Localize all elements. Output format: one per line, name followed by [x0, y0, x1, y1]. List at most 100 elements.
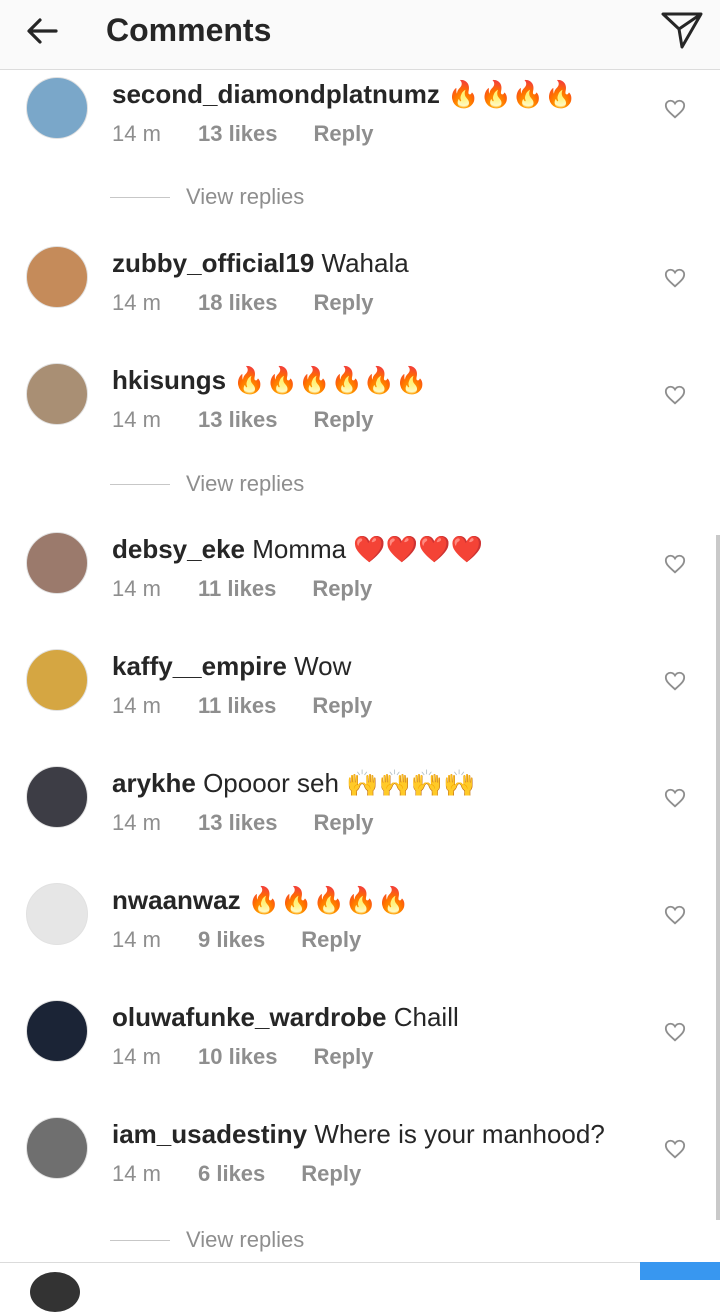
comment-timestamp: 14 m [112, 407, 161, 432]
comment-timestamp: 14 m [112, 810, 161, 835]
comment-row[interactable]: kaffy__empire Wow 14 m 11 likes Reply [0, 649, 720, 762]
like-heart-icon[interactable] [664, 98, 686, 120]
reply-button[interactable]: Reply [314, 808, 374, 838]
comment-text-line: kaffy__empire Wow [112, 650, 351, 682]
comment-row[interactable]: zubby_official19 Wahala 14 m 18 likes Reply [0, 246, 720, 359]
comment-timestamp: 14 m [112, 290, 161, 315]
view-replies-line [110, 197, 170, 198]
comment-meta: 14 m 13 likes Reply [112, 405, 373, 435]
direct-send-icon[interactable] [660, 10, 704, 50]
comment-timestamp: 14 m [112, 693, 161, 718]
like-heart-icon[interactable] [664, 670, 686, 692]
top-bar: Comments [0, 0, 720, 70]
comment-username[interactable]: hkisungs [112, 365, 226, 395]
comment-row[interactable]: nwaanwaz 🔥🔥🔥🔥🔥 14 m 9 likes Reply [0, 883, 720, 996]
comment-text-line: second_diamondplatnumz 🔥🔥🔥🔥 [112, 78, 577, 110]
comment-username[interactable]: oluwafunke_wardrobe [112, 1002, 387, 1032]
comment-username[interactable]: arykhe [112, 768, 196, 798]
comment-likes[interactable]: 10 likes [198, 1042, 278, 1072]
bottom-divider [0, 1262, 640, 1263]
reply-button[interactable]: Reply [314, 119, 374, 149]
comment-row[interactable]: oluwafunke_wardrobe Chaill 14 m 10 likes Re… [0, 1000, 720, 1113]
avatar[interactable] [26, 883, 88, 945]
comment-text: 🔥🔥🔥🔥🔥🔥 [226, 365, 428, 395]
page-title: Comments [106, 12, 272, 48]
avatar[interactable] [26, 1000, 88, 1062]
comment-text-line: arykhe Opooor seh 🙌🙌🙌🙌 [112, 767, 476, 799]
comment-text: Wow [286, 651, 352, 681]
comment-text-line: hkisungs 🔥🔥🔥🔥🔥🔥 [112, 364, 428, 396]
comment-row[interactable]: iam_usadestiny Where is your manhood? 14 … [0, 1117, 720, 1230]
scrollbar-thumb[interactable] [716, 535, 720, 1220]
view-replies-label: View replies [186, 471, 305, 496]
comment-text: Where is your manhood? [307, 1119, 605, 1149]
comment-meta: 14 m 18 likes Reply [112, 288, 373, 318]
comment-meta: 14 m 11 likes Reply [112, 574, 372, 604]
comment-text-line: oluwafunke_wardrobe Chaill [112, 1001, 459, 1033]
comment-text: Momma ❤️❤️❤️❤️ [244, 534, 483, 564]
reply-button[interactable]: Reply [314, 405, 374, 435]
comment-timestamp: 14 m [112, 1044, 161, 1069]
like-heart-icon[interactable] [664, 267, 686, 289]
comment-likes[interactable]: 9 likes [198, 925, 265, 955]
comment-text: 🔥🔥🔥🔥🔥 [240, 885, 410, 915]
view-replies-button[interactable]: View replies [110, 182, 410, 212]
comment-username[interactable]: nwaanwaz [112, 885, 241, 915]
comment-row[interactable]: second_diamondplatnumz 🔥🔥🔥🔥 14 m 13 likes R… [0, 77, 720, 190]
comment-row[interactable]: hkisungs 🔥🔥🔥🔥🔥🔥 14 m 13 likes Reply [0, 363, 720, 476]
comment-meta: 14 m 13 likes Reply [112, 808, 373, 838]
like-heart-icon[interactable] [664, 1138, 686, 1160]
avatar[interactable] [26, 1117, 88, 1179]
comment-likes[interactable]: 11 likes [198, 691, 276, 721]
comment-text: Wahala [314, 248, 409, 278]
comment-timestamp: 14 m [112, 121, 161, 146]
comment-timestamp: 14 m [112, 1161, 161, 1186]
like-heart-icon[interactable] [664, 553, 686, 575]
view-replies-button[interactable]: View replies [110, 1225, 410, 1255]
comment-username[interactable]: kaffy__empire [112, 651, 287, 681]
avatar[interactable] [26, 766, 88, 828]
reply-button[interactable]: Reply [312, 574, 372, 604]
comment-meta: 14 m 13 likes Reply [112, 119, 373, 149]
avatar[interactable] [26, 246, 88, 308]
comment-text-line: iam_usadestiny Where is your manhood? [112, 1118, 605, 1150]
reply-button[interactable]: Reply [312, 691, 372, 721]
view-replies-label: View replies [186, 1227, 305, 1252]
view-replies-button[interactable]: View replies [110, 469, 410, 499]
comment-likes[interactable]: 11 likes [198, 574, 276, 604]
comment-likes[interactable]: 13 likes [198, 405, 278, 435]
comment-username[interactable]: iam_usadestiny [112, 1119, 307, 1149]
like-heart-icon[interactable] [664, 904, 686, 926]
comment-meta: 14 m 10 likes Reply [112, 1042, 373, 1072]
avatar[interactable] [26, 532, 88, 594]
comment-timestamp: 14 m [112, 927, 161, 952]
comment-text: Opooor seh 🙌🙌🙌🙌 [195, 768, 476, 798]
comment-username[interactable]: zubby_official19 [112, 248, 314, 278]
avatar[interactable] [26, 649, 88, 711]
view-replies-line [110, 484, 170, 485]
comment-likes[interactable]: 18 likes [198, 288, 278, 318]
comment-username[interactable]: second_diamondplatnumz [112, 79, 440, 109]
like-heart-icon[interactable] [664, 384, 686, 406]
comment-row[interactable]: debsy_eke Momma ❤️❤️❤️❤️ 14 m 11 likes Repl… [0, 532, 720, 645]
comment-likes[interactable]: 13 likes [198, 808, 278, 838]
reply-button[interactable]: Reply [314, 1042, 374, 1072]
reply-button[interactable]: Reply [314, 288, 374, 318]
back-arrow-icon[interactable] [24, 13, 60, 49]
comment-username[interactable]: debsy_eke [112, 534, 245, 564]
reply-button[interactable]: Reply [301, 925, 361, 955]
comment-meta: 14 m 6 likes Reply [112, 1159, 361, 1189]
like-heart-icon[interactable] [664, 787, 686, 809]
post-button[interactable] [640, 1262, 720, 1280]
comment-meta: 14 m 9 likes Reply [112, 925, 361, 955]
comment-text: 🔥🔥🔥🔥 [439, 79, 577, 109]
comment-likes[interactable]: 13 likes [198, 119, 278, 149]
avatar[interactable] [26, 77, 88, 139]
reply-button[interactable]: Reply [301, 1159, 361, 1189]
comment-likes[interactable]: 6 likes [198, 1159, 265, 1189]
comment-row[interactable]: arykhe Opooor seh 🙌🙌🙌🙌 14 m 13 likes Reply [0, 766, 720, 879]
avatar[interactable] [26, 363, 88, 425]
comment-text-line: nwaanwaz 🔥🔥🔥🔥🔥 [112, 884, 410, 916]
like-heart-icon[interactable] [664, 1021, 686, 1043]
next-comment-avatar[interactable] [30, 1272, 80, 1312]
